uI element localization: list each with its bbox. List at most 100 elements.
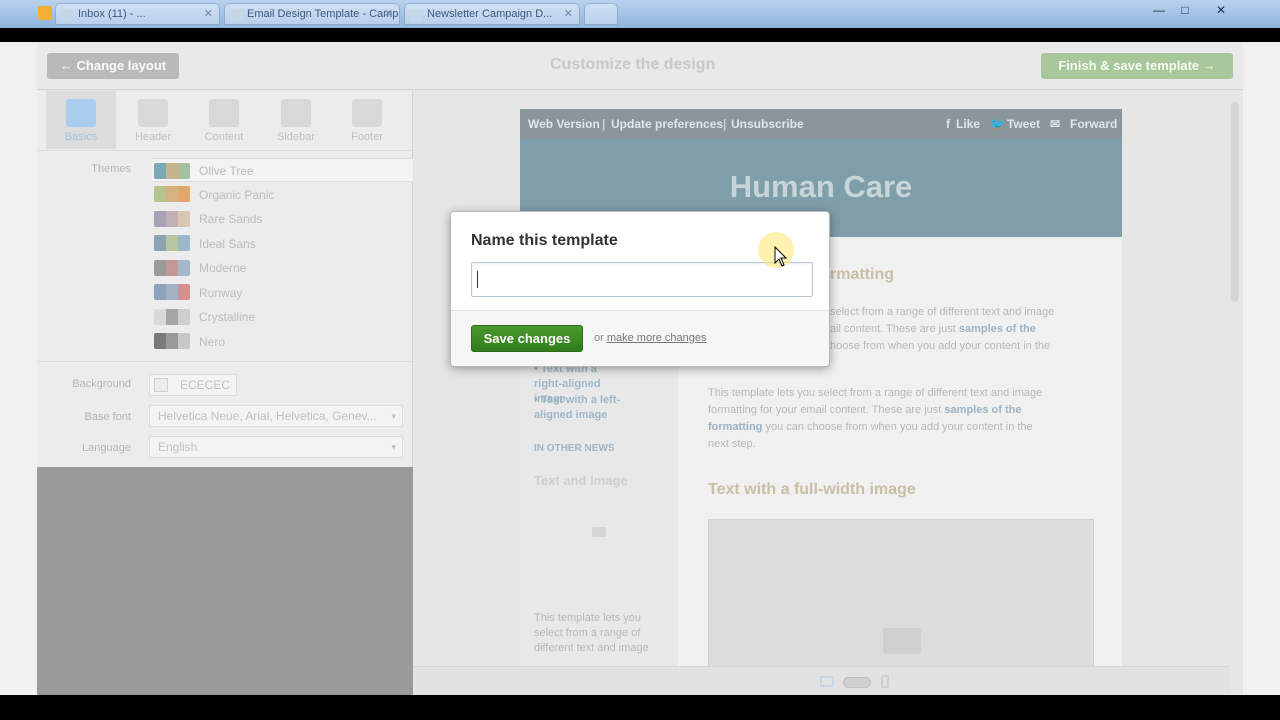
theme-option[interactable]: Nero	[152, 330, 413, 354]
dialog-title: Name this template	[471, 232, 618, 249]
chevron-down-icon: ▾	[391, 442, 396, 452]
divider	[37, 150, 413, 151]
full-width-image-heading: Text with a full-width image	[708, 481, 916, 498]
theme-option[interactable]: Rare Sands	[152, 207, 413, 231]
close-window-button[interactable]: ✕	[1206, 2, 1236, 18]
theme-swatch	[154, 308, 190, 325]
text-line: next step.	[708, 438, 756, 450]
web-version-link[interactable]: Web Version	[528, 109, 600, 139]
tab-close-icon[interactable]: ✕	[204, 7, 213, 20]
camera-icon	[883, 628, 921, 654]
tab-footer[interactable]: Footer	[332, 91, 402, 149]
minimize-button[interactable]: —	[1148, 2, 1170, 18]
tweet-link[interactable]: Tweet	[1007, 109, 1040, 139]
theme-name: Rare Sands	[199, 212, 263, 226]
browser-tab-1[interactable]: Inbox (11) - ... ✕	[55, 3, 220, 25]
separator: |	[723, 117, 727, 131]
text-line: select from a range of different text an…	[830, 306, 1055, 318]
tab-close-icon[interactable]: ✕	[384, 7, 393, 20]
tab-basics[interactable]: Basics	[46, 91, 116, 149]
paragraph-partial: select from a range of different text an…	[830, 304, 1120, 355]
change-layout-button[interactable]: ← Change layout	[47, 53, 179, 79]
theme-option[interactable]: Olive Tree	[152, 158, 413, 182]
text-caret	[477, 271, 478, 288]
sidebar-link-text: Text with a left-aligned image	[534, 394, 621, 421]
tab-content[interactable]: Content	[189, 91, 259, 149]
make-more-changes-link[interactable]: make more changes	[607, 332, 707, 344]
base-font-label: Base font	[84, 411, 131, 423]
theme-option[interactable]: Moderne	[152, 256, 413, 280]
language-select[interactable]: English ▾	[149, 436, 403, 458]
tab-sidebar[interactable]: Sidebar	[261, 91, 331, 149]
email-preview: Web Version | Update preferences | Unsub…	[520, 109, 1122, 669]
theme-name: Runway	[199, 285, 243, 300]
background-color-field[interactable]: ECECEC	[149, 374, 237, 396]
theme-swatch	[154, 235, 190, 252]
in-other-news-heading: IN OTHER NEWS	[534, 443, 615, 454]
maximize-button[interactable]: □	[1174, 2, 1196, 18]
or-label: or	[594, 332, 604, 344]
theme-name: Moderne	[199, 261, 247, 275]
template-name-input[interactable]	[471, 262, 813, 297]
theme-swatch	[154, 210, 190, 227]
like-link[interactable]: Like	[956, 109, 980, 139]
tab-label: Header	[134, 131, 172, 143]
tab-label: Basics	[64, 131, 98, 143]
update-preferences-link[interactable]: Update preferences	[611, 109, 723, 139]
design-settings-panel: Basics Header Content Sidebar Footer The…	[37, 91, 413, 467]
tab-close-icon[interactable]: ✕	[564, 7, 573, 20]
browser-tab-3[interactable]: Newsletter Campaign D... ✕	[404, 3, 580, 25]
header-icon	[138, 99, 168, 127]
language-value: English	[158, 440, 198, 454]
theme-option[interactable]: Runway	[152, 281, 413, 305]
new-tab-button[interactable]	[584, 3, 618, 25]
desktop-view-icon[interactable]	[820, 676, 834, 687]
theme-option[interactable]: Organic Panic	[152, 183, 413, 207]
footer-icon	[352, 99, 382, 127]
save-changes-button[interactable]: Save changes	[471, 325, 583, 352]
browser-titlebar: Inbox (11) - ... ✕ Email Design Template …	[0, 0, 1280, 28]
highlight-text: samples of the	[958, 323, 1036, 335]
text-line: hoose from when you add your content in …	[830, 340, 1051, 352]
toolbar-strip	[0, 28, 1280, 42]
mobile-view-icon[interactable]	[881, 675, 889, 688]
sidebar-link[interactable]: • Text with a left-aligned image	[534, 393, 630, 423]
text-line: This template lets you select from a ran…	[708, 387, 1043, 399]
tab-title: Newsletter Campaign D...	[427, 8, 553, 20]
base-font-select[interactable]: Helvetica Neue, Arial, Helvetica, Genev.…	[149, 405, 403, 427]
forward-link[interactable]: Forward	[1070, 109, 1117, 139]
tab-title: Email Design Template - Campaign M...	[247, 8, 399, 20]
finish-save-template-button[interactable]: Finish & save template →	[1041, 53, 1233, 79]
browser-tab-2[interactable]: Email Design Template - Campaign M...✕	[224, 3, 400, 25]
main-paragraph: This template lets you select from a ran…	[708, 385, 1108, 453]
facebook-icon: f	[946, 117, 950, 131]
language-label: Language	[82, 442, 131, 454]
view-toggle[interactable]	[843, 677, 871, 688]
text-line: ail content. These are just samples of t…	[830, 321, 1120, 338]
theme-name: Ideal Sans	[199, 236, 256, 251]
theme-option[interactable]: Ideal Sans	[152, 232, 413, 256]
tab-label: Footer	[351, 131, 383, 143]
theme-swatch	[154, 259, 190, 276]
highlight-text: formatting	[708, 421, 763, 433]
tab-header[interactable]: Header	[118, 91, 188, 149]
sidebar-icon	[281, 99, 311, 127]
highlight-text: samples of the	[944, 404, 1022, 416]
color-swatch	[154, 378, 168, 392]
theme-swatch	[154, 162, 190, 179]
unsubscribe-link[interactable]: Unsubscribe	[731, 109, 804, 139]
image-placeholder-icon	[592, 527, 606, 537]
theme-option[interactable]: Crystalline	[152, 305, 413, 329]
theme-name: Organic Panic	[199, 187, 275, 202]
preview-device-bar	[414, 666, 1243, 695]
mail-icon: ✉	[1050, 117, 1061, 131]
theme-swatch	[154, 284, 190, 301]
tab-favicon-icon	[410, 9, 422, 21]
scrollbar-thumb[interactable]	[1231, 102, 1239, 302]
left-panel-overlay	[37, 467, 413, 695]
background-value: ECECEC	[180, 378, 231, 392]
theme-name: Crystalline	[199, 310, 256, 324]
sidebar-paragraph: This template lets you select from a ran…	[534, 612, 649, 654]
text-fragment: you can choose from when you add your co…	[762, 421, 1033, 433]
window-edge-right	[1243, 42, 1280, 695]
